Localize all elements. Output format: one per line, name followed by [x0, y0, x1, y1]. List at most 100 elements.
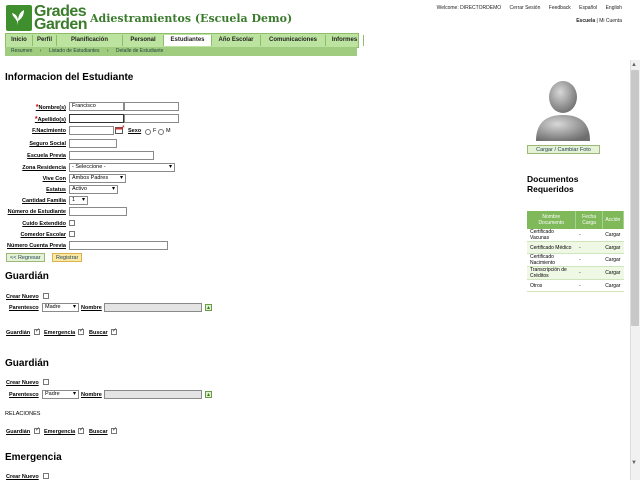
- tab-informes[interactable]: Informes: [326, 35, 364, 46]
- cantidad-select[interactable]: 1: [69, 196, 88, 205]
- sexo-f-radio[interactable]: [145, 129, 151, 135]
- feedback-link[interactable]: Feedback: [549, 5, 571, 11]
- nombre-guardian-field[interactable]: [104, 390, 202, 399]
- crear-nuevo-checkbox[interactable]: [43, 293, 49, 299]
- guardian-heading: Guardián: [5, 358, 49, 369]
- document-name: Certificado Vacunas: [527, 229, 576, 242]
- scroll-up-icon[interactable]: ▲: [631, 62, 637, 68]
- sexo-m-radio[interactable]: [158, 129, 164, 135]
- tab-comunicaciones[interactable]: Comunicaciones: [261, 35, 326, 46]
- table-row: Certificado Nacimiento - Cargar: [527, 253, 624, 267]
- document-name: Certificado Médico: [527, 241, 576, 254]
- segundo-nombre-field[interactable]: [124, 102, 179, 111]
- tab-planificacion[interactable]: Planificación: [57, 35, 123, 46]
- top-links: Welcome: DIRECTORDEMO Cerrar Sesión Feed…: [430, 5, 622, 11]
- tab-personal[interactable]: Personal: [123, 35, 164, 46]
- parentesco-label: Parentesco: [9, 392, 39, 398]
- sexo-label: Sexo: [128, 128, 142, 134]
- parentesco-label: Parentesco: [9, 305, 39, 311]
- numero-estudiante-label: Número de Estudiante: [7, 209, 66, 215]
- tab-ano-escolar[interactable]: Año Escolar: [212, 35, 261, 46]
- escuela-previa-field[interactable]: [69, 151, 154, 160]
- seguro-field[interactable]: [69, 139, 117, 148]
- document-date: -: [575, 266, 603, 280]
- document-name: Transcripción de Créditos: [527, 266, 576, 280]
- table-row: Certificado Médico - Cargar: [527, 241, 624, 254]
- column-header: Fecha Carga: [575, 211, 603, 229]
- spanish-link[interactable]: Español: [579, 5, 597, 11]
- sexo-m-label: M: [166, 128, 171, 134]
- apellido-paterno-field[interactable]: [69, 114, 124, 123]
- page-title: Informacion del Estudiante: [5, 72, 134, 83]
- crear-nuevo-checkbox[interactable]: [43, 379, 49, 385]
- scrollbar-thumb[interactable]: [631, 70, 639, 326]
- estatus-select[interactable]: Activo: [69, 185, 118, 194]
- buscar-flag-checkbox[interactable]: [111, 327, 117, 335]
- scroll-down-icon[interactable]: ▼: [631, 460, 637, 466]
- crear-nuevo-checkbox[interactable]: [43, 473, 49, 479]
- nombre-guardian-label: Nombre: [81, 392, 102, 398]
- emergencia-flag-checkbox[interactable]: [78, 327, 84, 335]
- student-photo-placeholder-icon: [536, 81, 590, 141]
- document-upload-action[interactable]: Cargar: [602, 279, 624, 292]
- nacimiento-field[interactable]: [69, 126, 114, 135]
- comedor-label: Comedor Escolar: [20, 232, 66, 238]
- register-button[interactable]: Registrar: [52, 253, 83, 262]
- column-header: Acción: [602, 211, 625, 229]
- document-date: -: [575, 279, 603, 292]
- comedor-checkbox[interactable]: [69, 231, 75, 237]
- document-upload-action[interactable]: Cargar: [602, 266, 624, 280]
- cuido-label: Cuido Extendido: [22, 221, 66, 227]
- buscar-flag-label: Buscar: [89, 429, 108, 435]
- logout-link[interactable]: Cerrar Sesión: [510, 5, 541, 11]
- table-row: Certificado Vacunas - Cargar: [527, 229, 624, 242]
- documents-title: Documentos Requeridos: [527, 174, 579, 194]
- tab-estudiantes[interactable]: Estudiantes: [164, 35, 212, 46]
- column-header: Nombre Documento: [527, 211, 577, 229]
- parentesco-select[interactable]: Madre: [42, 303, 79, 312]
- tab-inicio[interactable]: Inicio: [6, 35, 33, 46]
- guardian-heading: Guardián: [5, 271, 49, 282]
- nacimiento-label: F.Nacimiento: [32, 128, 66, 134]
- nombre-label: *Nombre(s): [35, 104, 66, 111]
- guardian-flag-checkbox[interactable]: [34, 327, 40, 335]
- crear-nuevo-label: Crear Nuevo: [6, 474, 39, 480]
- guardian-flag-checkbox[interactable]: [34, 426, 40, 434]
- breadcrumb-resumen[interactable]: Resumen: [11, 48, 32, 54]
- breadcrumb-separator: ›: [106, 48, 109, 54]
- document-upload-action[interactable]: Cargar: [602, 253, 624, 267]
- parentesco-select[interactable]: Padre: [42, 390, 79, 399]
- nombre-guardian-field[interactable]: [104, 303, 202, 312]
- emergencia-flag-checkbox[interactable]: [78, 426, 84, 434]
- document-name: Certificado Nacimiento: [527, 253, 576, 267]
- guardian-flag-label: Guardián: [6, 429, 31, 435]
- document-date: -: [575, 229, 603, 242]
- table-row: Transcripción de Créditos - Cargar: [527, 266, 624, 280]
- document-name: Otros: [527, 279, 576, 292]
- welcome-text: Welcome: DIRECTORDEMO: [436, 5, 502, 11]
- expand-icon[interactable]: [205, 304, 212, 311]
- app-title: Adiestramientos (Escuela Demo): [90, 12, 293, 25]
- tab-perfil[interactable]: Perfil: [33, 35, 57, 46]
- apellido-materno-field[interactable]: [124, 114, 179, 123]
- zona-select[interactable]: - Seleccione -: [69, 163, 175, 172]
- cuido-checkbox[interactable]: [69, 220, 75, 226]
- back-button[interactable]: << Regresar: [6, 253, 45, 262]
- numero-estudiante-field[interactable]: [69, 207, 127, 216]
- english-link[interactable]: English: [606, 5, 622, 11]
- buscar-flag-checkbox[interactable]: [111, 426, 117, 434]
- context-account-link[interactable]: Mi Cuenta: [599, 18, 622, 24]
- upload-photo-button[interactable]: Cargar / Cambiar Foto: [527, 145, 600, 154]
- nombre-field[interactable]: Francisco: [69, 102, 124, 111]
- vive-con-select[interactable]: Ambos Padres: [69, 174, 126, 183]
- escuela-previa-label: Escuela Previa: [27, 153, 66, 159]
- vive-con-label: Vive Con: [42, 176, 66, 182]
- context-school-link[interactable]: Escuela: [576, 18, 595, 24]
- context-switcher: Escuela | Mi Cuenta: [576, 18, 622, 24]
- estatus-label: Estatus: [46, 187, 66, 193]
- expand-icon[interactable]: [205, 391, 212, 398]
- document-upload-action[interactable]: Cargar: [602, 229, 624, 242]
- breadcrumb-listado[interactable]: Listado de Estudiantes: [49, 48, 100, 54]
- document-upload-action[interactable]: Cargar: [602, 241, 624, 254]
- cuenta-previa-field[interactable]: [69, 241, 168, 250]
